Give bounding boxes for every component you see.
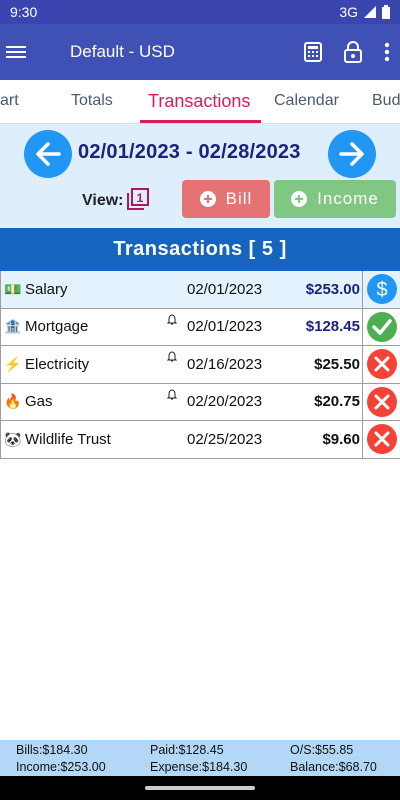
plus-icon bbox=[291, 191, 308, 207]
close-icon bbox=[366, 349, 397, 380]
more-vert-icon[interactable] bbox=[384, 42, 390, 62]
transaction-status[interactable]: $ bbox=[362, 271, 400, 308]
tab-chart[interactable]: art bbox=[0, 92, 19, 110]
transaction-row-salary[interactable]: 💵 Salary 02/01/2023 $253.00 $ bbox=[0, 271, 400, 309]
summary-bar: Bills:$184.30 Paid:$128.45 O/S:$55.85 In… bbox=[0, 740, 400, 776]
summary-income: Income:$253.00 bbox=[16, 760, 106, 774]
transaction-row-mortgage[interactable]: 🏦 Mortgage 02/01/2023 $128.45 bbox=[0, 308, 400, 346]
battery-icon bbox=[382, 5, 390, 19]
close-icon bbox=[366, 424, 397, 455]
hamburger-icon[interactable] bbox=[6, 42, 26, 62]
transaction-amount: $128.45 bbox=[305, 318, 360, 336]
view-mode-value: 1 bbox=[137, 191, 144, 205]
transaction-name: Wildlife Trust bbox=[25, 430, 111, 448]
check-icon bbox=[366, 311, 397, 342]
tab-calendar[interactable]: Calendar bbox=[274, 92, 339, 110]
view-label: View: bbox=[82, 192, 124, 209]
add-income-label: Income bbox=[317, 189, 379, 208]
date-range-panel: 02/01/2023 - 02/28/2023 View: 1 Bill Inc… bbox=[0, 124, 400, 228]
view-mode-icon[interactable]: 1 bbox=[126, 187, 150, 211]
status-icons: 3G bbox=[339, 4, 390, 20]
tab-transactions[interactable]: Transactions bbox=[148, 91, 250, 112]
add-bill-button[interactable]: Bill bbox=[182, 180, 270, 218]
add-bill-label: Bill bbox=[225, 189, 253, 208]
previous-period-button[interactable] bbox=[24, 130, 72, 178]
date-range-text: 02/01/2023 - 02/28/2023 bbox=[78, 141, 301, 163]
summary-outstanding: O/S:$55.85 bbox=[290, 743, 354, 757]
transaction-date: 02/01/2023 bbox=[187, 280, 263, 298]
tab-totals[interactable]: Totals bbox=[71, 92, 113, 110]
app-bar: Default - USD bbox=[0, 24, 400, 80]
summary-expense: Expense:$184.30 bbox=[150, 760, 248, 774]
lightning-icon: ⚡ bbox=[4, 355, 22, 372]
money-icon: 💵 bbox=[4, 280, 22, 297]
home-gesture-handle[interactable] bbox=[145, 786, 255, 790]
network-label: 3G bbox=[339, 4, 358, 20]
transaction-status[interactable] bbox=[362, 346, 400, 383]
transaction-amount: $25.50 bbox=[314, 355, 360, 373]
tab-bar: art Totals Transactions Calendar Bud bbox=[0, 80, 400, 124]
bell-icon bbox=[167, 388, 177, 399]
add-income-button[interactable]: Income bbox=[274, 180, 396, 218]
status-time: 9:30 bbox=[10, 4, 38, 20]
transaction-date: 02/01/2023 bbox=[187, 318, 263, 336]
transaction-date: 02/16/2023 bbox=[187, 355, 263, 373]
transaction-status[interactable] bbox=[362, 308, 400, 345]
lock-icon[interactable] bbox=[344, 41, 362, 63]
status-bar: 9:30 3G bbox=[0, 0, 400, 24]
transaction-row-electricity[interactable]: ⚡ Electricity 02/16/2023 $25.50 bbox=[0, 346, 400, 384]
bell-icon bbox=[167, 351, 177, 362]
calculator-icon[interactable] bbox=[304, 42, 322, 62]
bank-icon: 🏦 bbox=[4, 318, 22, 335]
transaction-date: 02/25/2023 bbox=[187, 430, 263, 448]
transactions-header: Transactions [ 5 ] bbox=[0, 228, 400, 271]
transaction-name: Mortgage bbox=[25, 318, 89, 336]
transaction-name: Gas bbox=[25, 393, 53, 411]
summary-paid: Paid:$128.45 bbox=[150, 743, 224, 757]
svg-text:$: $ bbox=[376, 279, 387, 301]
transaction-list: 💵 Salary 02/01/2023 $253.00 $ 🏦 Mortgage… bbox=[0, 271, 400, 459]
bell-icon bbox=[167, 313, 177, 324]
account-title[interactable]: Default - USD bbox=[70, 42, 304, 62]
active-tab-indicator bbox=[140, 120, 261, 123]
transaction-amount: $20.75 bbox=[314, 393, 360, 411]
transaction-row-gas[interactable]: 🔥 Gas 02/20/2023 $20.75 bbox=[0, 383, 400, 421]
close-icon bbox=[366, 386, 397, 417]
arrow-left-icon bbox=[36, 142, 61, 166]
summary-bills: Bills:$184.30 bbox=[16, 743, 88, 757]
transaction-status[interactable] bbox=[362, 383, 400, 420]
transaction-amount: $9.60 bbox=[322, 430, 360, 448]
dollar-icon: $ bbox=[366, 274, 397, 305]
transaction-status[interactable] bbox=[362, 421, 400, 458]
system-nav-bar bbox=[0, 776, 400, 800]
transaction-row-wildlife-trust[interactable]: 🐼 Wildlife Trust 02/25/2023 $9.60 bbox=[0, 421, 400, 459]
transaction-date: 02/20/2023 bbox=[187, 393, 263, 411]
panda-icon: 🐼 bbox=[4, 430, 22, 447]
transaction-name: Electricity bbox=[25, 355, 90, 373]
tab-budget[interactable]: Bud bbox=[372, 92, 400, 110]
plus-icon bbox=[199, 191, 216, 207]
summary-balance: Balance:$68.70 bbox=[290, 760, 377, 774]
fire-icon: 🔥 bbox=[4, 393, 22, 410]
transaction-name: Salary bbox=[25, 280, 68, 298]
next-period-button[interactable] bbox=[328, 130, 376, 178]
arrow-right-icon bbox=[339, 142, 364, 166]
signal-icon bbox=[364, 6, 376, 18]
transaction-amount: $253.00 bbox=[305, 280, 360, 298]
